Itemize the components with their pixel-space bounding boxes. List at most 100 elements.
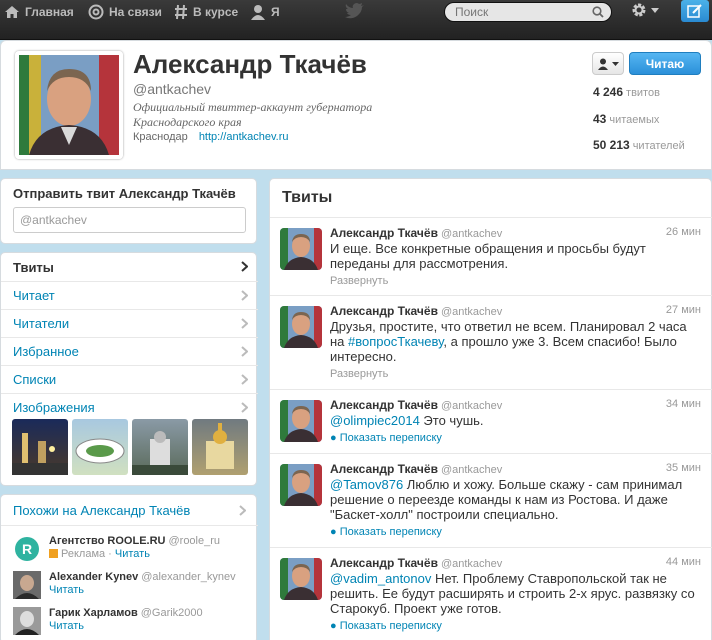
tweet-author-handle: @antkachev — [440, 228, 503, 240]
nav-home-label: Главная — [25, 5, 74, 19]
profile-bio: Официальный твиттер-аккаунт губернатора … — [133, 100, 373, 129]
chevron-right-icon — [241, 346, 248, 357]
suggestion-follow-link[interactable]: Читать — [49, 620, 84, 632]
send-tweet-card: Отправить твит Александр Ткачёв @antkach… — [0, 178, 257, 244]
menu-tweets-label: Твиты — [13, 259, 54, 275]
menu-followers[interactable]: Читатели — [1, 309, 258, 337]
nav-discover[interactable]: В курсе — [174, 0, 238, 24]
settings-menu[interactable] — [630, 1, 659, 19]
who-to-follow-card: Похожи на Александр Ткачёв R Агентство R… — [0, 494, 258, 640]
suggestion-avatar[interactable]: R — [13, 535, 41, 563]
tweet-timestamp[interactable]: 35 мин — [666, 462, 701, 474]
promoted-label: Реклама — [61, 548, 106, 560]
tweet-timestamp[interactable]: 34 мин — [666, 398, 701, 410]
suggestion-name-row[interactable]: Агентство ROOLE.RU @roole_ru — [49, 535, 220, 547]
compose-tweet-button[interactable] — [681, 0, 709, 22]
twitter-bird-icon — [345, 3, 364, 19]
chevron-right-icon — [241, 374, 248, 385]
stat-following-label: читаемых — [609, 114, 660, 126]
expand-link[interactable]: Развернуть — [330, 368, 388, 380]
menu-tweets[interactable]: Твиты — [1, 253, 258, 281]
tweet-avatar[interactable] — [280, 306, 322, 348]
suggestion-avatar[interactable] — [13, 607, 41, 635]
suggestion-item: Гарик Харламов @Garik2000 Читать — [13, 607, 253, 639]
tweet-author-name: Александр Ткачёв — [330, 556, 438, 570]
nav-discover-label: В курсе — [193, 5, 239, 19]
tweet-avatar[interactable] — [280, 228, 322, 270]
menu-favorites[interactable]: Избранное — [1, 337, 258, 365]
menu-images[interactable]: Изображения — [1, 393, 258, 421]
chevron-right-icon — [241, 402, 248, 413]
compose-icon — [687, 4, 702, 18]
nav-connect[interactable]: На связи — [88, 0, 162, 24]
suggestion-follow-link[interactable]: Читать — [115, 548, 150, 560]
stat-following[interactable]: 43 читаемых — [593, 112, 659, 126]
show-conversation-link[interactable]: ● Показать переписку — [330, 620, 442, 632]
mention-link[interactable]: @olimpiec2014 — [330, 413, 420, 428]
suggestion-follow-link[interactable]: Читать — [49, 584, 84, 596]
stat-tweets[interactable]: 4 246 твитов — [593, 85, 660, 99]
menu-lists-label: Списки — [13, 372, 57, 387]
mention-link[interactable]: @Tamov876 — [330, 477, 403, 492]
image-thumbnail[interactable] — [192, 419, 248, 475]
tweets-timeline: Твиты Александр Ткачёв @antkachev 26 мин … — [269, 178, 712, 640]
show-conversation-link[interactable]: ● Показать переписку — [330, 432, 442, 444]
image-thumbnail[interactable] — [12, 419, 68, 475]
suggestion-avatar[interactable] — [13, 571, 41, 599]
stat-followers[interactable]: 50 213 читателей — [593, 138, 685, 152]
suggestion-name-row[interactable]: Гарик Харламов @Garik2000 — [49, 607, 203, 619]
search-input[interactable] — [444, 2, 612, 22]
tweet[interactable]: Александр Ткачёв @antkachev 35 мин @Tamov… — [270, 453, 712, 547]
profile-url-link[interactable]: http://antkachev.ru — [199, 131, 289, 143]
suggestion-name: Гарик Харламов — [49, 607, 138, 619]
image-thumbnail[interactable] — [72, 419, 128, 475]
nav-me[interactable]: Я — [250, 0, 280, 24]
hashtag-icon — [175, 4, 187, 20]
tweet-text: @Tamov876 Люблю и хожу. Больше скажу - с… — [330, 477, 700, 522]
expand-link[interactable]: Развернуть — [330, 275, 388, 287]
tweet-author[interactable]: Александр Ткачёв @antkachev — [330, 398, 502, 412]
suggestion-item: Alexander Kynev @alexander_kynev Читать — [13, 571, 253, 603]
conversation-icon: ● — [330, 432, 337, 444]
send-tweet-input[interactable]: @antkachev — [13, 207, 246, 233]
tweet[interactable]: Александр Ткачёв @antkachev 34 мин @olimp… — [270, 389, 712, 453]
tweet-avatar[interactable] — [280, 464, 322, 506]
user-icon — [597, 58, 608, 70]
tweet-timestamp[interactable]: 26 мин — [666, 226, 701, 238]
search-icon[interactable] — [592, 6, 604, 18]
tweet-timestamp[interactable]: 27 мин — [666, 304, 701, 316]
following-button[interactable]: Читаю — [629, 52, 701, 75]
suggestion-handle: @roole_ru — [168, 535, 221, 547]
chevron-right-icon — [241, 318, 248, 329]
at-icon — [88, 4, 104, 20]
tweet-author[interactable]: Александр Ткачёв @antkachev — [330, 462, 502, 476]
menu-lists[interactable]: Списки — [1, 365, 258, 393]
who-to-follow-title[interactable]: Похожи на Александр Ткачёв — [13, 503, 190, 518]
tweet-author-name: Александр Ткачёв — [330, 304, 438, 318]
profile-avatar[interactable] — [15, 51, 123, 159]
tweet-avatar[interactable] — [280, 558, 322, 600]
mention-link[interactable]: @vadim_antonov — [330, 571, 431, 586]
tweet-timestamp[interactable]: 44 мин — [666, 556, 701, 568]
show-conversation-link[interactable]: ● Показать переписку — [330, 526, 442, 538]
tweet-author[interactable]: Александр Ткачёв @antkachev — [330, 556, 502, 570]
suggestion-handle: @Garik2000 — [140, 607, 203, 619]
nav-home[interactable]: Главная — [4, 0, 74, 24]
tweet[interactable]: Александр Ткачёв @antkachev 44 мин @vadim… — [270, 547, 712, 640]
suggestion-name-row[interactable]: Alexander Kynev @alexander_kynev — [49, 571, 236, 583]
show-conversation-label: Показать переписку — [339, 432, 442, 444]
menu-following[interactable]: Читает — [1, 281, 258, 309]
suggestion-meta: Читать — [49, 620, 84, 632]
show-conversation-label: Показать переписку — [339, 620, 442, 632]
user-actions-button[interactable] — [592, 52, 624, 75]
tweet-author-name: Александр Ткачёв — [330, 398, 438, 412]
tweet-text: Друзья, простите, что ответил не всем. П… — [330, 319, 700, 364]
tweet-avatar[interactable] — [280, 400, 322, 442]
image-thumbnail[interactable] — [132, 419, 188, 475]
show-conversation-label: Показать переписку — [339, 526, 442, 538]
tweet[interactable]: Александр Ткачёв @antkachev 27 мин Друзья… — [270, 295, 712, 389]
tweet[interactable]: Александр Ткачёв @antkachev 26 мин И еще.… — [270, 217, 712, 295]
tweet-author[interactable]: Александр Ткачёв @antkachev — [330, 226, 502, 240]
hashtag-link[interactable]: #вопросТкачеву — [348, 334, 443, 349]
tweet-author[interactable]: Александр Ткачёв @antkachev — [330, 304, 502, 318]
